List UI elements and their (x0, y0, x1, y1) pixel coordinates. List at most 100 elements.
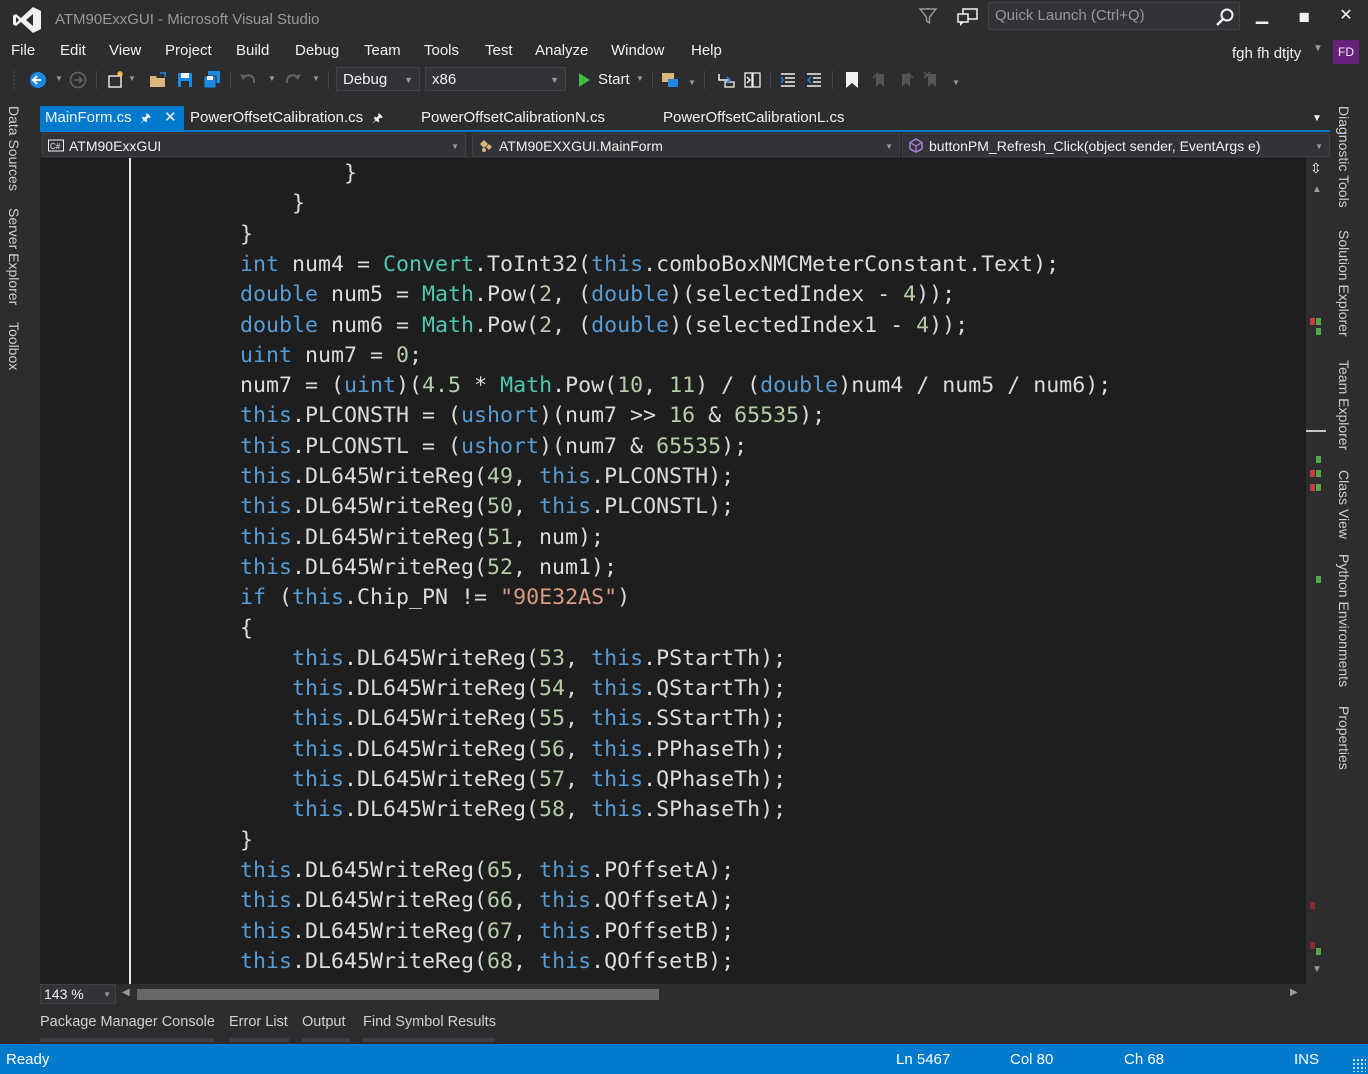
user-account-name[interactable]: fgh fh dtjty (1232, 45, 1301, 62)
chevron-down-icon[interactable]: ▼ (128, 74, 136, 83)
code-line[interactable]: this.DL645WriteReg(57, this.QPhaseTh); (136, 765, 786, 795)
quick-launch-input[interactable] (995, 7, 1210, 24)
code-line[interactable]: this.DL645WriteReg(68, this.QOffsetB); (136, 947, 734, 977)
code-line[interactable]: this.DL645WriteReg(65, this.POffsetA); (136, 856, 734, 886)
browser-link-icon[interactable] (660, 70, 680, 90)
tab-mainform-cs[interactable]: MainForm.cs 🖈 ✕ (40, 106, 184, 130)
code-line[interactable]: this.PLCONSTH = (ushort)(num7 >> 16 & 65… (136, 401, 825, 431)
menu-window[interactable]: Window (611, 42, 664, 59)
redo-icon[interactable] (283, 70, 303, 90)
chevron-down-icon[interactable]: ▼ (1313, 43, 1323, 54)
code-line[interactable]: this.DL645WriteReg(66, this.QOffsetA); (136, 886, 734, 916)
save-all-icon[interactable] (202, 70, 222, 90)
pin-icon[interactable]: 🖈 (140, 106, 151, 130)
tab-package-manager-console[interactable]: Package Manager Console (40, 1014, 215, 1030)
class-view-tab[interactable]: Class View (1336, 470, 1352, 539)
server-explorer-tab[interactable]: Server Explorer (6, 208, 22, 305)
menu-build[interactable]: Build (236, 42, 269, 59)
data-sources-tab[interactable]: Data Sources (6, 106, 22, 191)
next-bookmark-icon[interactable] (896, 70, 916, 90)
code-line[interactable]: this.PLCONSTL = (ushort)(num7 & 65535); (136, 432, 747, 462)
save-icon[interactable] (175, 70, 195, 90)
close-button[interactable]: ✕ (1326, 0, 1366, 32)
code-line[interactable]: this.DL645WriteReg(58, this.SPhaseTh); (136, 795, 786, 825)
code-line[interactable]: } (136, 189, 305, 219)
code-line[interactable]: { (136, 614, 253, 644)
tab-error-list[interactable]: Error List (229, 1014, 288, 1030)
code-line[interactable]: int num4 = Convert.ToInt32(this.comboBox… (136, 250, 1059, 280)
menu-team[interactable]: Team (364, 42, 401, 59)
solution-platform-dropdown[interactable]: x86 ▼ (425, 67, 566, 91)
tab-find-symbol-results[interactable]: Find Symbol Results (363, 1014, 496, 1030)
code-line[interactable]: this.DL645WriteReg(53, this.PStartTh); (136, 644, 786, 674)
navigate-forward-icon[interactable] (68, 70, 88, 90)
close-icon[interactable]: ✕ (164, 106, 177, 130)
navigate-back-icon[interactable] (28, 70, 48, 90)
send-feedback-icon[interactable] (956, 6, 980, 28)
scroll-left-icon[interactable]: ◀ (122, 987, 130, 998)
menu-edit[interactable]: Edit (60, 42, 86, 59)
search-icon[interactable] (1215, 7, 1235, 27)
code-line[interactable]: this.DL645WriteReg(56, this.PPhaseTh); (136, 735, 786, 765)
avatar[interactable]: FD (1333, 40, 1359, 64)
toolbar-grip[interactable] (12, 70, 16, 90)
status-column[interactable]: Col 80 (1010, 1051, 1053, 1068)
new-project-icon[interactable] (106, 70, 126, 90)
split-window-icon[interactable]: ⇳ (1310, 160, 1322, 177)
zoom-level-dropdown[interactable]: 143 % ▼ (40, 984, 116, 1004)
diagnostic-tools-tab[interactable]: Diagnostic Tools (1336, 106, 1352, 208)
chevron-down-icon[interactable]: ▼ (312, 74, 320, 83)
menu-file[interactable]: File (11, 42, 35, 59)
code-line[interactable]: num7 = (uint)(4.5 * Math.Pow(10, 11) / (… (136, 371, 1111, 401)
code-line[interactable]: uint num7 = 0; (136, 341, 422, 371)
properties-tab[interactable]: Properties (1336, 706, 1352, 770)
code-line[interactable]: this.DL645WriteReg(49, this.PLCONSTH); (136, 462, 734, 492)
chevron-down-icon[interactable]: ▼ (268, 74, 276, 83)
code-line[interactable]: this.DL645WriteReg(52, num1); (136, 553, 617, 583)
minimize-button[interactable]: ▁ (1242, 0, 1282, 32)
code-line[interactable]: this.DL645WriteReg(51, num); (136, 523, 604, 553)
status-insert-mode[interactable]: INS (1294, 1051, 1319, 1068)
code-line[interactable]: } (136, 220, 253, 250)
tab-poweroffsetcalibration-cs[interactable]: PowerOffsetCalibration.cs 🖈 (190, 106, 418, 130)
solution-explorer-tab[interactable]: Solution Explorer (1336, 230, 1352, 337)
python-environments-tab[interactable]: Python Environments (1336, 554, 1352, 687)
start-button[interactable]: Start (598, 71, 630, 88)
code-line[interactable]: this.DL645WriteReg(54, this.QStartTh); (136, 674, 786, 704)
code-editor[interactable]: } } } int num4 = Convert.ToInt32(this.co… (40, 158, 1306, 984)
code-line[interactable]: double num6 = Math.Pow(2, (double)(selec… (136, 311, 968, 341)
code-line[interactable]: this.DL645WriteReg(50, this.PLCONSTL); (136, 492, 734, 522)
step-into-icon[interactable] (716, 70, 736, 90)
code-line[interactable]: double num5 = Math.Pow(2, (double)(selec… (136, 280, 955, 310)
toolbox-tab[interactable]: Toolbox (6, 322, 22, 370)
menu-tools[interactable]: Tools (424, 42, 459, 59)
status-char[interactable]: Ch 68 (1124, 1051, 1164, 1068)
menu-help[interactable]: Help (691, 42, 722, 59)
code-line[interactable]: } (136, 159, 357, 189)
code-line[interactable]: this.DL645WriteReg(55, this.SStartTh); (136, 704, 786, 734)
horizontal-scrollbar-thumb[interactable] (137, 989, 659, 1000)
solution-configuration-dropdown[interactable]: Debug ▼ (336, 67, 420, 91)
chevron-down-icon[interactable]: ▼ (55, 74, 63, 83)
chevron-down-icon[interactable]: ▼ (688, 78, 696, 87)
team-explorer-tab[interactable]: Team Explorer (1336, 360, 1352, 450)
step-over-icon[interactable] (742, 70, 762, 90)
chevron-down-icon[interactable]: ▼ (636, 74, 644, 83)
tab-poweroffsetcalibrationn-cs[interactable]: PowerOffsetCalibrationN.cs (421, 106, 651, 130)
bookmark-icon[interactable] (842, 70, 862, 90)
toolbar-options-icon[interactable]: ▼ (952, 78, 960, 87)
status-line[interactable]: Ln 5467 (896, 1051, 950, 1068)
tab-poweroffsetcalibrationl-cs[interactable]: PowerOffsetCalibrationL.cs (663, 106, 893, 130)
menu-debug[interactable]: Debug (295, 42, 339, 59)
pin-icon[interactable]: 🖈 (372, 106, 383, 130)
class-dropdown[interactable]: ATM90EXXGUI.MainForm ▼ (472, 133, 900, 157)
tab-overflow-icon[interactable]: ▼ (1312, 113, 1322, 124)
clear-bookmarks-icon[interactable] (922, 70, 942, 90)
scroll-up-icon[interactable]: ▲ (1312, 184, 1322, 195)
start-debugging-icon[interactable] (574, 70, 594, 90)
code-line[interactable]: } (136, 826, 253, 856)
previous-bookmark-icon[interactable] (870, 70, 890, 90)
menu-project[interactable]: Project (165, 42, 212, 59)
tab-output[interactable]: Output (302, 1014, 346, 1030)
open-file-icon[interactable] (148, 70, 168, 90)
